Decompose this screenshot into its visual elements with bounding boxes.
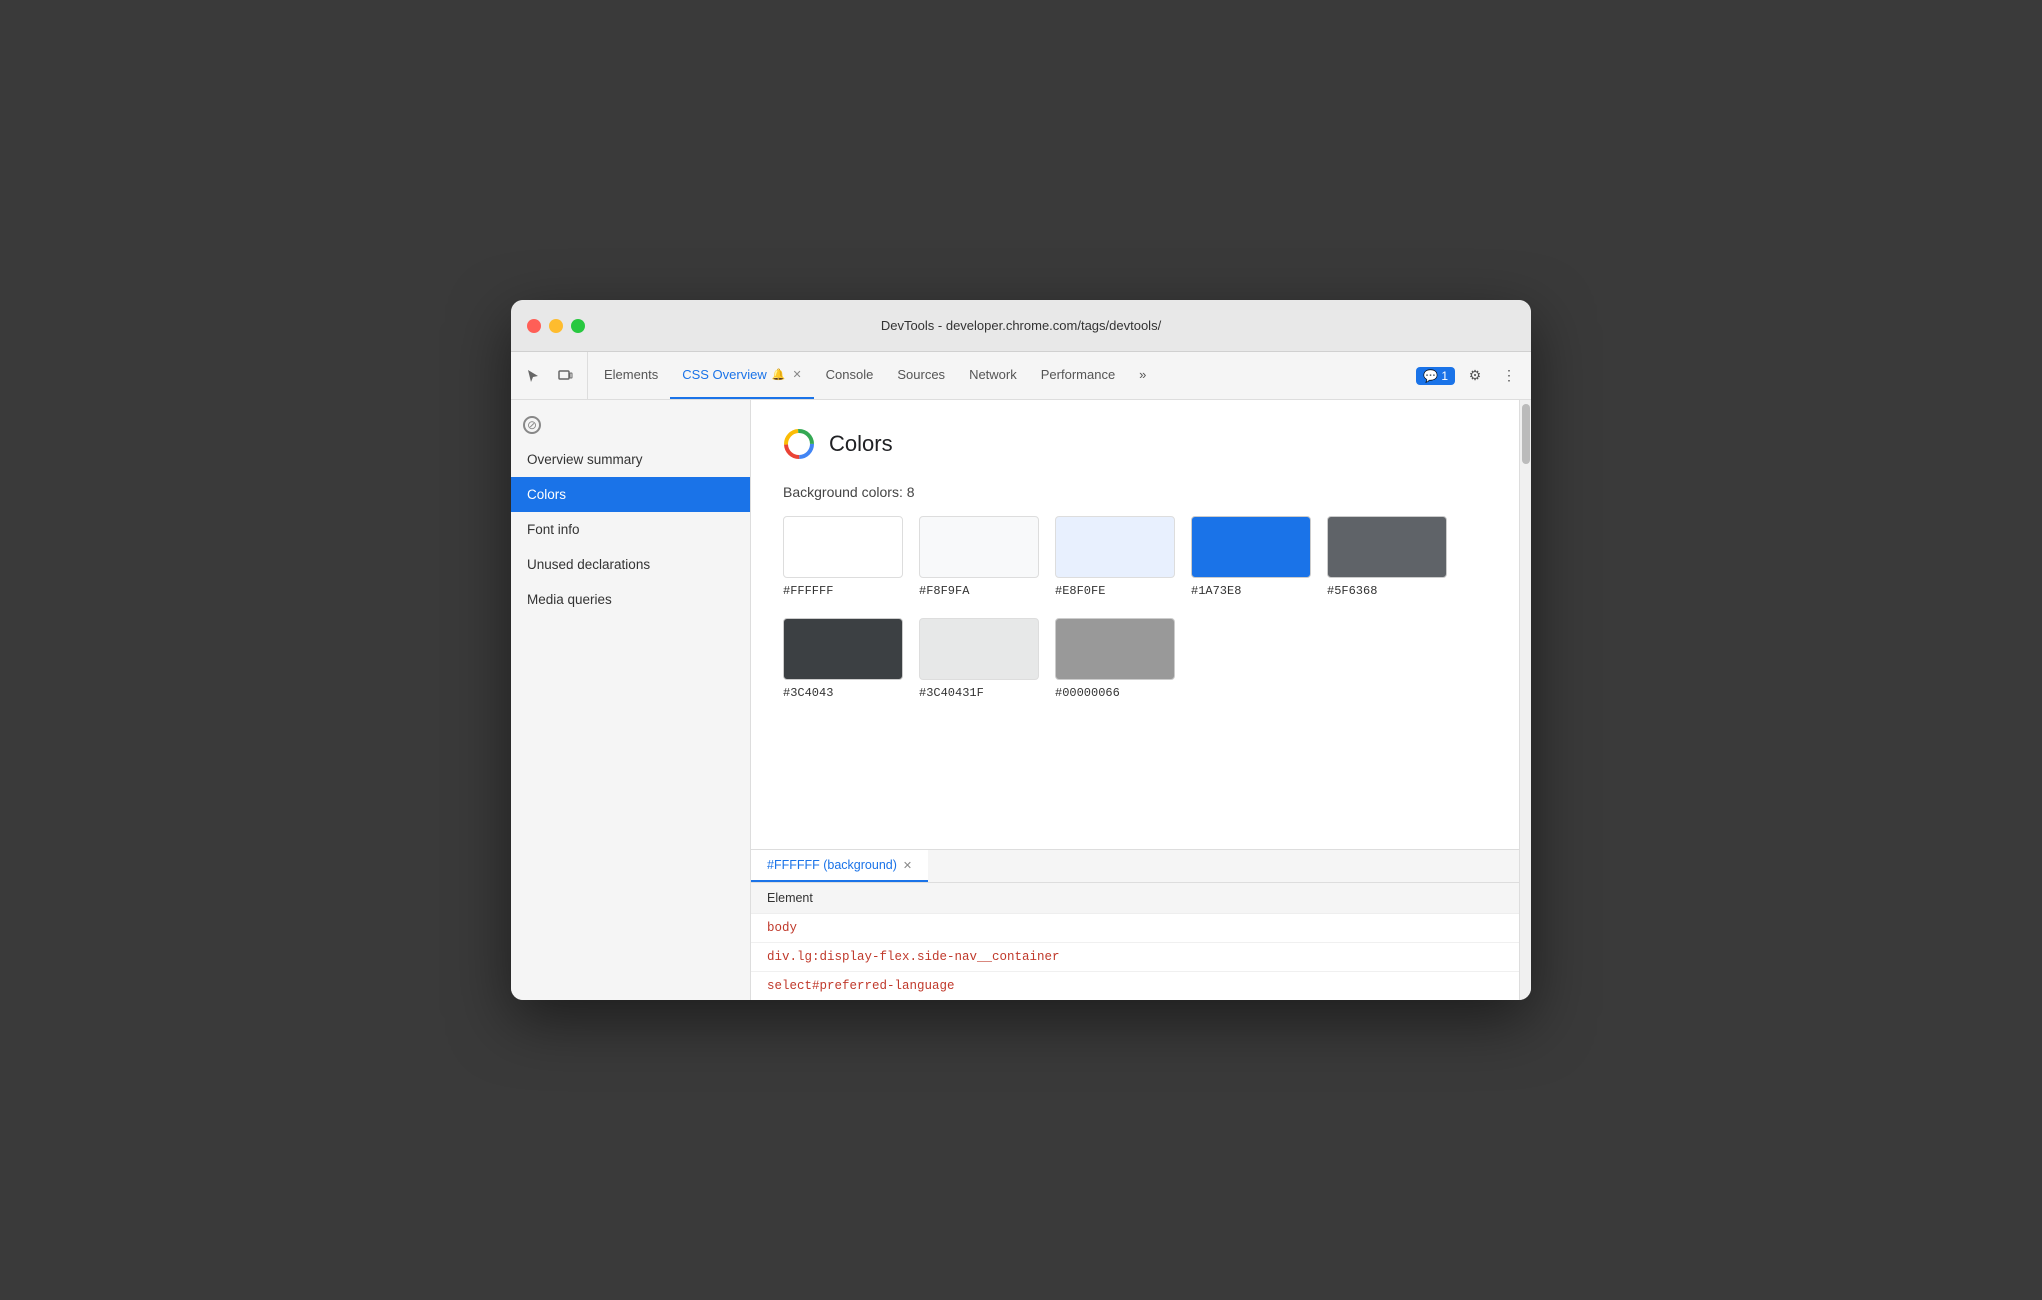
color-swatch-3c4043 <box>783 618 903 680</box>
scrollbar-thumb[interactable] <box>1522 404 1530 464</box>
color-label-f8f9fa: #F8F9FA <box>919 584 969 598</box>
traffic-lights <box>527 319 585 333</box>
toolbar: Elements CSS Overview 🔔 ✕ Console Source… <box>511 352 1531 400</box>
element-column-header: Element <box>751 883 1519 914</box>
color-label-e8f0fe: #E8F0FE <box>1055 584 1105 598</box>
element-row-body[interactable]: body <box>751 914 1519 943</box>
color-swatch-ffffff <box>783 516 903 578</box>
color-item-5f6368[interactable]: #5F6368 <box>1327 516 1447 598</box>
bottom-tabs: #FFFFFF (background) ✕ <box>751 850 1519 883</box>
bottom-content: Element body div.lg:display-flex.side-na… <box>751 883 1519 1000</box>
color-item-f8f9fa[interactable]: #F8F9FA <box>919 516 1039 598</box>
color-label-3c40431f: #3C40431F <box>919 686 984 700</box>
sidebar-item-media-queries[interactable]: Media queries <box>511 582 750 617</box>
chat-badge[interactable]: 💬 1 <box>1416 367 1455 385</box>
color-swatch-3c40431f <box>919 618 1039 680</box>
warning-icon: 🔔 <box>772 368 786 381</box>
color-swatch-5f6368 <box>1327 516 1447 578</box>
color-item-e8f0fe[interactable]: #E8F0FE <box>1055 516 1175 598</box>
main-content: ⊘ Overview summary Colors Font info Unus… <box>511 400 1531 1000</box>
tab-close-icon[interactable]: ✕ <box>792 368 801 381</box>
element-row-div[interactable]: div.lg:display-flex.side-nav__container <box>751 943 1519 972</box>
minimize-button[interactable] <box>549 319 563 333</box>
panel-header: Colors <box>783 428 1487 460</box>
color-grid-2: #3C4043 #3C40431F #00000066 <box>783 618 1487 700</box>
color-swatch-f8f9fa <box>919 516 1039 578</box>
chat-icon: 💬 <box>1423 369 1438 383</box>
cursor-icon[interactable] <box>519 362 547 390</box>
color-item-3c40431f[interactable]: #3C40431F <box>919 618 1039 700</box>
colors-panel: Colors Background colors: 8 #FFFFFF #F8F… <box>751 400 1519 849</box>
color-item-1a73e8[interactable]: #1A73E8 <box>1191 516 1311 598</box>
close-button[interactable] <box>527 319 541 333</box>
window-title: DevTools - developer.chrome.com/tags/dev… <box>881 318 1161 333</box>
color-swatch-e8f0fe <box>1055 516 1175 578</box>
tab-performance[interactable]: Performance <box>1029 352 1127 399</box>
color-swatch-1a73e8 <box>1191 516 1311 578</box>
background-colors-label: Background colors: 8 <box>783 484 1487 500</box>
devtools-window: DevTools - developer.chrome.com/tags/dev… <box>511 300 1531 1000</box>
device-icon[interactable] <box>551 362 579 390</box>
more-icon[interactable]: ⋮ <box>1495 362 1523 390</box>
element-row-select[interactable]: select#preferred-language <box>751 972 1519 1000</box>
content-area: Colors Background colors: 8 #FFFFFF #F8F… <box>751 400 1519 1000</box>
color-label-ffffff: #FFFFFF <box>783 584 833 598</box>
bottom-tab-close-icon[interactable]: ✕ <box>903 859 912 872</box>
color-item-ffffff[interactable]: #FFFFFF <box>783 516 903 598</box>
tab-console[interactable]: Console <box>814 352 886 399</box>
color-swatch-00000066 <box>1055 618 1175 680</box>
color-item-3c4043[interactable]: #3C4043 <box>783 618 903 700</box>
block-icon: ⊘ <box>523 416 541 434</box>
color-item-00000066[interactable]: #00000066 <box>1055 618 1175 700</box>
sidebar-item-overview-summary[interactable]: Overview summary <box>511 442 750 477</box>
color-label-3c4043: #3C4043 <box>783 686 833 700</box>
panel-title: Colors <box>829 431 893 457</box>
sidebar-no-icon: ⊘ <box>511 408 750 442</box>
titlebar: DevTools - developer.chrome.com/tags/dev… <box>511 300 1531 352</box>
tab-more[interactable]: » <box>1127 352 1158 399</box>
maximize-button[interactable] <box>571 319 585 333</box>
color-label-1a73e8: #1A73E8 <box>1191 584 1241 598</box>
scrollbar[interactable] <box>1519 400 1531 1000</box>
color-label-00000066: #00000066 <box>1055 686 1120 700</box>
tab-css-overview[interactable]: CSS Overview 🔔 ✕ <box>670 352 813 399</box>
toolbar-left-icons <box>519 352 588 399</box>
tab-sources[interactable]: Sources <box>885 352 957 399</box>
sidebar-item-unused-declarations[interactable]: Unused declarations <box>511 547 750 582</box>
tab-elements[interactable]: Elements <box>592 352 670 399</box>
tab-network[interactable]: Network <box>957 352 1029 399</box>
settings-icon[interactable]: ⚙ <box>1461 362 1489 390</box>
bottom-panel: #FFFFFF (background) ✕ Element body div.… <box>751 849 1519 1000</box>
bottom-tab-ffffff[interactable]: #FFFFFF (background) ✕ <box>751 850 928 882</box>
color-label-5f6368: #5F6368 <box>1327 584 1377 598</box>
color-grid: #FFFFFF #F8F9FA #E8F0FE #1A73E8 <box>783 516 1487 598</box>
sidebar-item-colors[interactable]: Colors <box>511 477 750 512</box>
sidebar-item-font-info[interactable]: Font info <box>511 512 750 547</box>
sidebar: ⊘ Overview summary Colors Font info Unus… <box>511 400 751 1000</box>
toolbar-right: 💬 1 ⚙ ⋮ <box>1416 352 1523 399</box>
google-logo <box>783 428 815 460</box>
